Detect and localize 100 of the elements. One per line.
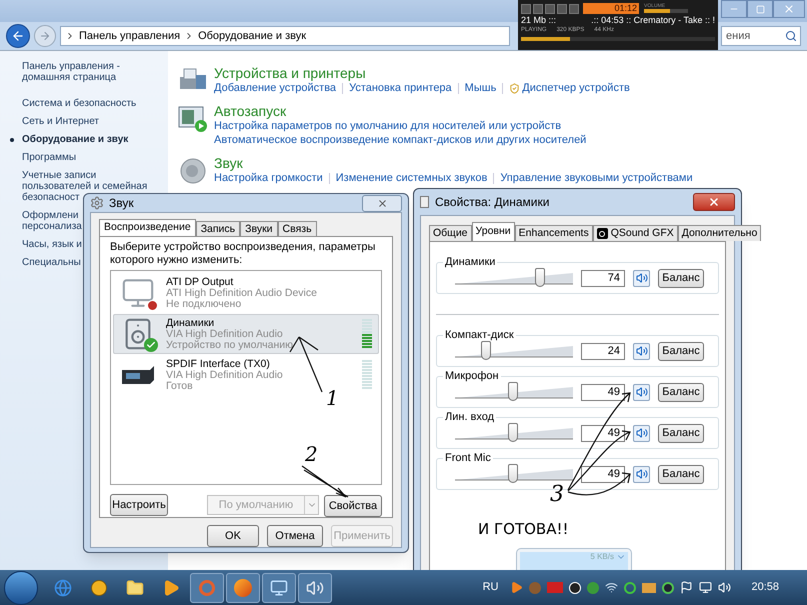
cancel-button[interactable]: Отмена	[267, 525, 323, 547]
volume-slider[interactable]	[455, 464, 573, 484]
task-link[interactable]: Настройка громкости	[214, 171, 323, 185]
channel-name: Динамики	[443, 255, 498, 269]
slider-thumb[interactable]	[508, 382, 518, 401]
balance-button[interactable]: Баланс	[658, 342, 704, 360]
handwritten-number: 3	[550, 484, 564, 506]
handwritten-number: 1	[326, 388, 339, 408]
handwritten-note: И ГОТОВА!!	[478, 519, 570, 540]
tab[interactable]: Enhancements	[514, 225, 593, 241]
tab[interactable]: Дополнительно	[678, 225, 762, 241]
section-title[interactable]: Звук	[214, 155, 693, 171]
speaker-icon	[306, 578, 324, 596]
tray-icon[interactable]	[662, 582, 674, 594]
mute-button[interactable]	[633, 384, 650, 400]
slider-thumb[interactable]	[508, 423, 518, 442]
task-link[interactable]: Автоматическое воспроизведение компакт-дисков или других носителей	[214, 133, 586, 147]
sidebar-link[interactable]: Программы	[10, 152, 168, 163]
device-driver: VIA High Definition Audio	[166, 328, 284, 340]
tab[interactable]: Общие	[429, 225, 472, 241]
maximize-button[interactable]	[747, 0, 773, 18]
q-logo-icon	[596, 228, 608, 239]
tab[interactable]: Звуки	[240, 221, 278, 236]
mute-button[interactable]	[633, 424, 650, 442]
device-row[interactable]: ATI DP Output ATI High Definition Audio Device Не подключено	[113, 273, 379, 313]
section-title[interactable]: Автозапуск	[214, 103, 586, 119]
volume-slider[interactable]	[455, 341, 573, 361]
gear-icon	[90, 196, 104, 210]
search-field[interactable]: ения	[721, 26, 801, 46]
language-indicator[interactable]: RU	[482, 579, 498, 596]
volume-slider[interactable]	[455, 382, 573, 402]
balance-button[interactable]: Баланс	[658, 268, 704, 288]
taskbar-button[interactable]	[262, 572, 296, 602]
task-link[interactable]: Настройка параметров по умолчанию для носителей или устройств	[214, 119, 562, 133]
task-link[interactable]: Диспетчер устройств	[509, 81, 630, 95]
configure-button[interactable]: Настроить	[110, 494, 168, 516]
mute-button[interactable]	[633, 342, 650, 360]
device-row[interactable]: Динамики VIA High Definition Audio Устройство по умолчанию	[113, 314, 379, 354]
mute-button[interactable]	[633, 466, 650, 482]
monitor-icon[interactable]	[699, 581, 712, 594]
tab[interactable]: Запись	[196, 221, 240, 236]
tab[interactable]: Уровни	[472, 222, 515, 241]
sidebar-link[interactable]: Оборудование и звук	[10, 134, 168, 145]
player-icon	[91, 580, 107, 596]
properties-button[interactable]: Свойства	[324, 495, 382, 517]
balance-button[interactable]: Баланс	[658, 382, 704, 402]
taskbar-button[interactable]	[298, 572, 332, 602]
monitor-icon	[270, 578, 288, 596]
start-button[interactable]	[4, 570, 38, 604]
time-display: 01:12	[583, 3, 639, 14]
device-status: Устройство по умолчанию	[166, 340, 294, 350]
task-link[interactable]: Изменение системных звуков	[336, 171, 488, 185]
play-icon[interactable]	[510, 581, 524, 594]
volume-slider[interactable]	[455, 423, 573, 443]
volume-track[interactable]	[644, 9, 688, 13]
ok-button[interactable]: OK	[207, 525, 259, 547]
breadcrumb-item[interactable]: Оборудование и звук	[198, 28, 306, 44]
task-link[interactable]: Управление звуковыми устройствами	[500, 171, 693, 185]
hand-drawn-arrow	[301, 465, 349, 498]
speaker-icon	[636, 468, 648, 480]
volume-slider[interactable]	[455, 268, 573, 288]
task-link[interactable]: Добавление устройства	[214, 81, 336, 95]
level-value-field[interactable]: 74	[581, 270, 625, 286]
level-value-field[interactable]: 24	[581, 342, 625, 360]
flag-icon[interactable]	[680, 581, 694, 594]
back-button[interactable]	[6, 24, 30, 48]
tab[interactable]: QSound GFX	[592, 225, 678, 241]
level-value-field[interactable]: 49	[581, 424, 625, 442]
clock[interactable]: 20:58	[751, 579, 779, 596]
address-bar[interactable]: Панель управления Оборудование и звук	[60, 26, 510, 46]
task-link[interactable]: Мышь	[464, 81, 496, 95]
task-link[interactable]: Установка принтера	[349, 81, 452, 95]
speaker-icon	[636, 345, 648, 357]
monitor-icon	[121, 276, 155, 310]
mute-button[interactable]	[633, 270, 650, 286]
speaker-icon	[636, 272, 648, 284]
tab[interactable]: Воспроизведение	[99, 219, 196, 236]
slider-thumb[interactable]	[480, 341, 491, 360]
channel-name: Лин. вход	[443, 410, 496, 424]
sidebar-link[interactable]: Панель управления - домашняя страница	[10, 61, 168, 83]
search-icon	[785, 30, 797, 42]
sidebar-link[interactable]: Система и безопасность	[10, 98, 168, 109]
speaker-icon[interactable]	[718, 581, 732, 594]
track-title: .:: 04:53 :: Crematory - Take :: !	[591, 15, 715, 26]
level-value-field[interactable]: 49	[581, 384, 625, 400]
speaker-icon	[179, 157, 207, 185]
tab[interactable]: Связь	[278, 221, 317, 236]
close-button[interactable]	[362, 194, 402, 212]
sidebar-link[interactable]: Сеть и Интернет	[10, 116, 168, 127]
breadcrumb-item[interactable]: Панель управления	[79, 28, 180, 44]
section-title[interactable]: Устройства и принтеры	[214, 65, 630, 81]
balance-button[interactable]: Баланс	[658, 464, 704, 484]
slider-thumb[interactable]	[534, 268, 545, 287]
instruction-text: Выберите устройство воспроизведения, параметры которого нужно изменить:	[110, 241, 376, 267]
dialog-title: Свойства: Динамики	[435, 194, 550, 211]
level-value-field[interactable]: 49	[581, 466, 625, 482]
speaker-icon	[636, 386, 648, 398]
slider-thumb[interactable]	[508, 464, 518, 483]
close-button[interactable]	[693, 193, 735, 211]
balance-button[interactable]: Баланс	[658, 424, 704, 442]
